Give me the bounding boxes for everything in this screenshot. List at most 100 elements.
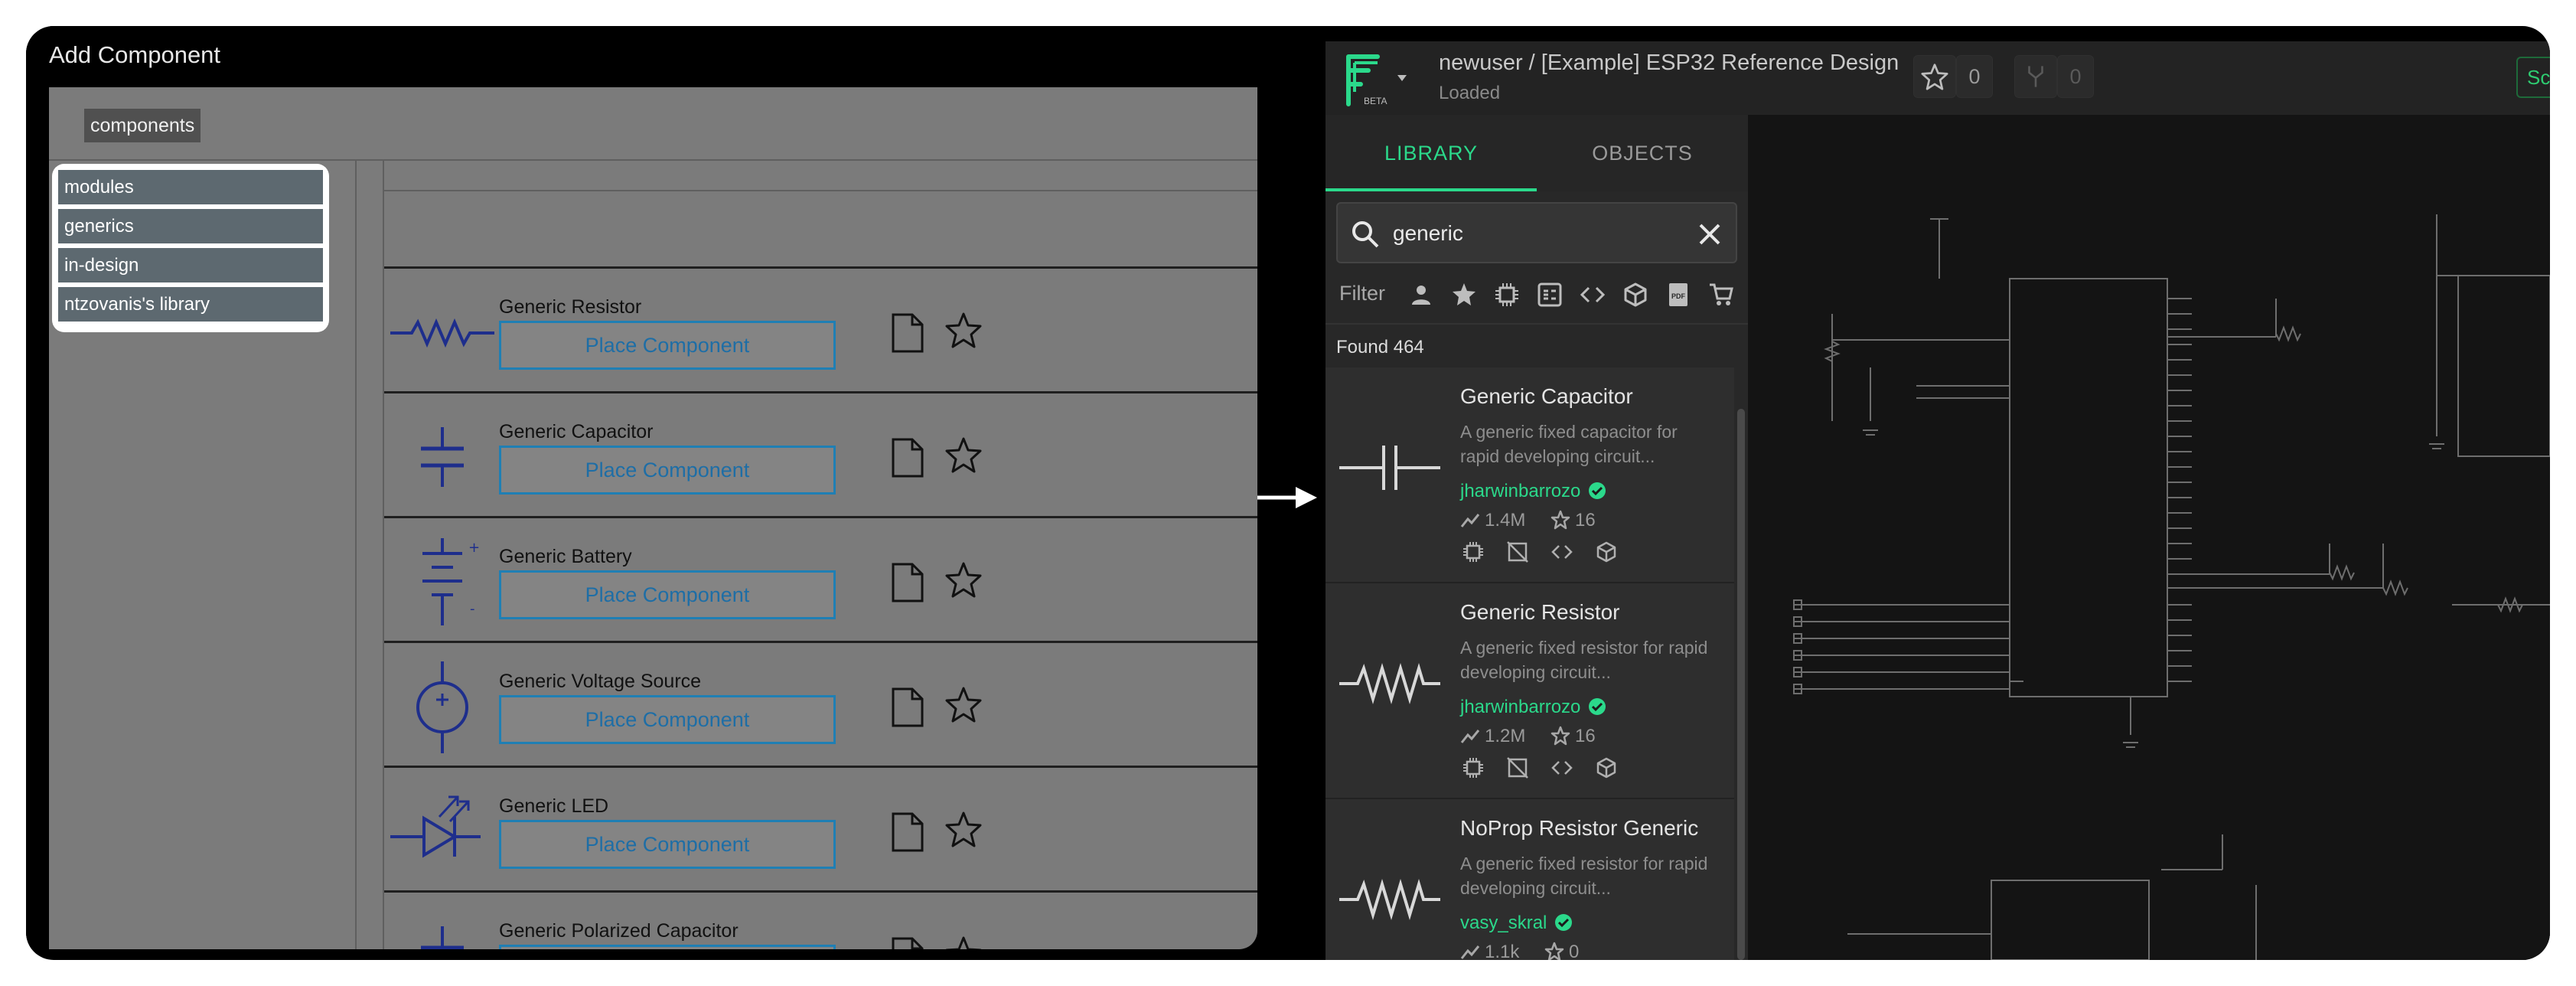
place-component-button[interactable]: Place Component [499, 695, 836, 744]
tab-library[interactable]: LIBRARY [1325, 115, 1537, 191]
search-input[interactable] [1393, 216, 1684, 251]
document-icon[interactable] [891, 313, 924, 353]
place-component-button[interactable]: Place Component [499, 446, 836, 495]
star-icon [1544, 942, 1564, 960]
code-icon [1551, 545, 1573, 559]
cube-icon [1596, 541, 1616, 563]
result-stats: 1.2M 16 [1460, 726, 1596, 747]
usage-count: 1.2M [1485, 726, 1526, 746]
screenshot-stage: Add Component components modules generic… [26, 26, 2550, 960]
component-row: Generic LED Place Component [384, 766, 1257, 890]
search-box [1336, 202, 1737, 263]
breadcrumb-components[interactable]: components [84, 109, 201, 142]
star-icon[interactable] [944, 561, 983, 599]
search-icon [1352, 221, 1379, 248]
star-icon [1921, 64, 1948, 90]
star-icon [1550, 510, 1570, 530]
pdf-icon[interactable]: PDF [1665, 282, 1691, 308]
resistor-icon [1339, 663, 1440, 704]
cube-icon [1596, 757, 1616, 779]
flux-logo-icon[interactable]: BETA [1344, 54, 1413, 107]
result-title: Generic Resistor [1460, 600, 1620, 624]
trend-icon [1460, 945, 1480, 959]
result-title: Generic Capacitor [1460, 384, 1633, 408]
capacitor-icon [421, 427, 464, 487]
fork-project-button[interactable] [2014, 55, 2057, 98]
component-row: Generic Polarized Capacitor Place Compon… [384, 890, 1257, 949]
result-stats: 1.1k 0 [1460, 942, 1579, 960]
svg-text:+: + [468, 540, 480, 556]
dialog-title: Add Component [49, 41, 221, 68]
place-component-button[interactable]: Place Component [499, 820, 836, 869]
document-icon[interactable] [891, 812, 924, 852]
add-component-dialog: Add Component components modules generic… [26, 26, 1257, 949]
category-in-design[interactable]: in-design [58, 248, 323, 282]
voltage-source-icon [416, 661, 468, 753]
star-count: 16 [1575, 510, 1596, 531]
fork-count: 0 [2057, 55, 2094, 98]
author-name: vasy_skral [1460, 913, 1547, 933]
trend-icon [1460, 730, 1480, 743]
document-icon[interactable] [891, 687, 924, 727]
person-icon[interactable] [1408, 282, 1434, 308]
star-icon[interactable] [944, 312, 983, 350]
verified-icon [1555, 914, 1573, 931]
schematic-canvas[interactable] [1748, 115, 2550, 960]
star-icon[interactable] [944, 686, 983, 724]
library-panel: LIBRARY OBJECTS Filter PDF Found 46 [1325, 115, 1748, 960]
document-icon[interactable] [891, 937, 924, 949]
place-component-button[interactable]: Place Component [499, 945, 836, 949]
fork-icon [2028, 66, 2043, 87]
star-icon[interactable] [944, 935, 983, 949]
star-filled-icon[interactable] [1451, 282, 1477, 308]
svg-text:-: - [470, 601, 475, 617]
code-icon[interactable] [1580, 282, 1606, 308]
category-user-library[interactable]: ntzovanis's library [58, 287, 323, 322]
document-icon[interactable] [891, 563, 924, 602]
chip-icon [1463, 758, 1483, 778]
led-icon [390, 795, 481, 858]
cube-icon[interactable] [1622, 282, 1648, 308]
component-name: Generic LED [499, 795, 609, 817]
chip-icon[interactable] [1494, 282, 1520, 308]
no-footprint-icon [1507, 757, 1528, 779]
star-icon[interactable] [944, 811, 983, 849]
document-icon[interactable] [891, 438, 924, 478]
scrollbar[interactable] [1737, 409, 1745, 960]
result-author[interactable]: vasy_skral [1460, 913, 1573, 934]
category-list: modules generics in-design ntzovanis's l… [52, 164, 329, 332]
resistor-icon [390, 318, 494, 348]
share-button[interactable]: Sc [2516, 57, 2550, 98]
result-card[interactable]: Generic Capacitor A generic fixed capaci… [1325, 367, 1734, 583]
verified-icon [1589, 482, 1606, 499]
star-project-button[interactable] [1913, 55, 1956, 98]
header-divider [49, 159, 1257, 161]
star-icon [1550, 726, 1570, 746]
place-component-button[interactable]: Place Component [499, 321, 836, 370]
star-count: 0 [1956, 55, 1993, 98]
trend-icon [1460, 514, 1480, 527]
category-generics[interactable]: generics [58, 209, 323, 243]
result-description: A generic fixed capacitor for rapid deve… [1460, 422, 1678, 466]
resistor-icon [1339, 879, 1440, 920]
result-description: A generic fixed resistor for rapid devel… [1460, 638, 1708, 682]
place-component-button[interactable]: Place Component [499, 570, 836, 619]
result-card[interactable]: NoProp Resistor Generic A generic fixed … [1325, 799, 1734, 960]
component-name: Generic Voltage Source [499, 671, 702, 692]
result-author[interactable]: jharwinbarrozo [1460, 481, 1606, 502]
battery-icon: +- [422, 538, 480, 625]
close-icon[interactable] [1696, 220, 1723, 248]
usage-count: 1.1k [1485, 942, 1520, 960]
filter-bar: Filter PDF [1339, 276, 1737, 314]
category-modules[interactable]: modules [58, 170, 323, 204]
star-icon[interactable] [944, 436, 983, 475]
result-asset-icons [1462, 756, 1639, 783]
cart-icon[interactable] [1708, 282, 1734, 308]
author-name: jharwinbarrozo [1460, 481, 1581, 501]
schematic-icon[interactable] [1537, 282, 1563, 308]
result-card[interactable]: Generic Resistor A generic fixed resisto… [1325, 583, 1734, 799]
tab-objects[interactable]: OBJECTS [1537, 115, 1748, 191]
result-description: A generic fixed resistor for rapid devel… [1460, 854, 1708, 898]
result-author[interactable]: jharwinbarrozo [1460, 697, 1606, 718]
filter-divider [1325, 323, 1748, 325]
